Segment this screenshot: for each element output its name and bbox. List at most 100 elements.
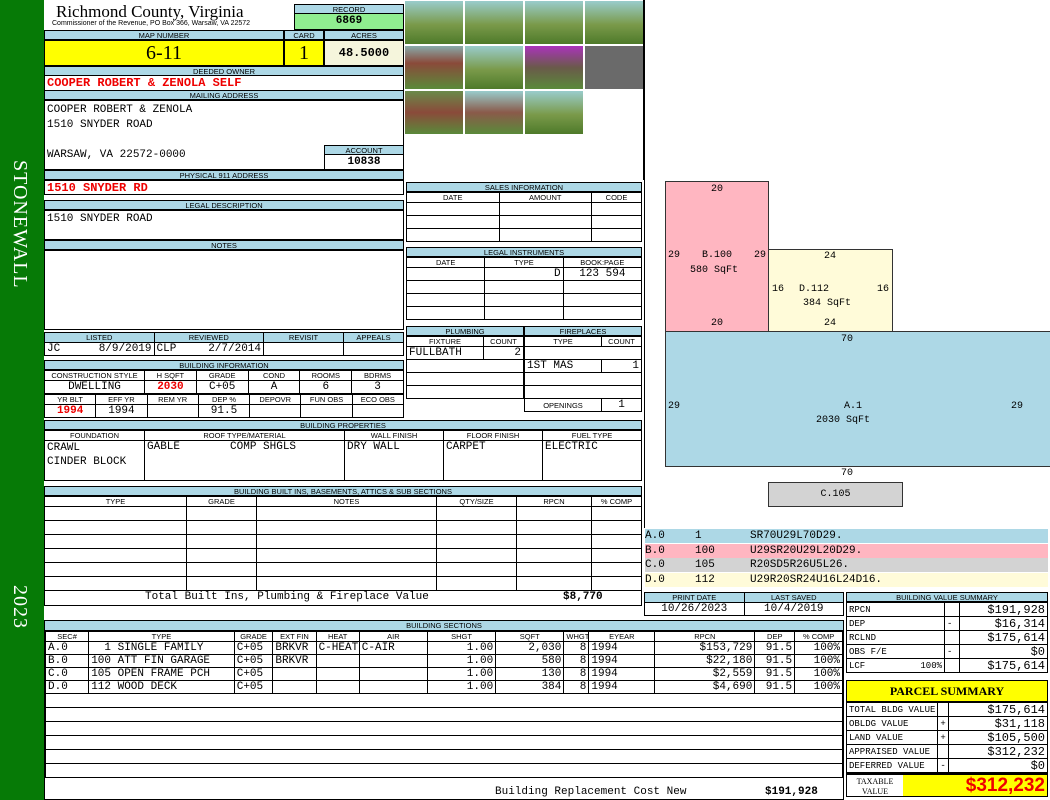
replacement-cost: $191,928 xyxy=(765,786,818,798)
empty-cell xyxy=(436,562,517,577)
section-cell: $2,559 xyxy=(654,667,756,681)
parcel-sign: + xyxy=(937,730,949,745)
empty-cell xyxy=(562,293,643,307)
fireplace-type: 1ST MAS xyxy=(524,359,602,373)
parcel-row: OBLDG VALUE + $31,118 xyxy=(845,716,1049,731)
sketch-legend-row[interactable]: B.0 100 U29SR20U29L20D29. xyxy=(645,543,1048,558)
empty-cell xyxy=(524,385,642,399)
value-amount: $16,314 xyxy=(958,616,1049,631)
floor-finish: CARPET xyxy=(443,440,543,481)
owner-name: COOPER ROBERT & ZENOLA SELF xyxy=(44,76,404,90)
sketch-legend-row[interactable]: A.0 1 SR70U29L70D29. xyxy=(645,529,1048,543)
value-label: OBS F/E xyxy=(846,644,945,659)
sketch-area-d[interactable]: 24 16 16 24 D.112 384 SqFt xyxy=(768,249,893,332)
value-label: RCLND xyxy=(846,630,945,645)
table-row xyxy=(44,548,642,563)
plumbing-label: PLUMBING xyxy=(406,326,524,336)
map-label: MAP NUMBER xyxy=(44,30,284,40)
section-code: A.0 xyxy=(645,530,665,542)
print-date-label: PRINT DATE xyxy=(644,592,745,603)
property-photo[interactable] xyxy=(525,1,583,44)
empty-cell xyxy=(591,562,642,577)
print-date: 10/26/2023 xyxy=(644,602,745,616)
section-cell: BRKVR xyxy=(272,654,317,668)
dim-label: 29 xyxy=(668,401,681,412)
section-cell: 8 xyxy=(563,654,590,668)
section-cell: 1.00 xyxy=(426,654,497,668)
section-cell: C-AIR xyxy=(358,641,428,655)
fireplaces-section: FIREPLACES TYPE COUNT 1ST MAS 1 OPENINGS 1 xyxy=(524,326,642,412)
empty-cell xyxy=(406,215,500,229)
section-cell: C+05 xyxy=(233,654,274,668)
empty-cell xyxy=(498,202,592,216)
instruments-label: LEGAL INSTRUMENTS xyxy=(406,247,642,257)
section-cell: $153,729 xyxy=(654,641,756,655)
empty-cell xyxy=(186,506,257,521)
mailing-line1: COOPER ROBERT & ZENOLA xyxy=(47,104,193,116)
properties-label: BUILDING PROPERTIES xyxy=(44,420,642,430)
col-header: TYPE xyxy=(524,336,602,347)
section-cell xyxy=(272,680,317,694)
section-cell: 8 xyxy=(563,680,590,694)
empty-cell xyxy=(406,202,500,216)
section-row: B.0 100 ATT FIN GARAGE C+05 BRKVR 1.00 580 8 19… xyxy=(44,654,843,668)
building-properties: BUILDING PROPERTIES FOUNDATION ROOF TYPE/… xyxy=(44,420,642,481)
building-info-label: BUILDING INFORMATION xyxy=(44,360,404,370)
card-number: 1 xyxy=(284,40,324,66)
lcf-percent: 100% xyxy=(920,660,942,671)
col-header: BOOK:PAGE xyxy=(562,257,643,268)
empty-cell xyxy=(44,576,187,591)
section-cell: C-HEAT xyxy=(315,641,360,655)
county-subtitle: Commissioner of the Revenue, PO Box 366,… xyxy=(52,20,251,27)
building-value-summary: BUILDING VALUE SUMMARY RPCN $191,928 DEP - $… xyxy=(846,592,1049,673)
empty-cell xyxy=(256,562,437,577)
parcel-sign: + xyxy=(937,716,949,731)
empty-cell: CLP 2/7/2014 xyxy=(153,342,264,356)
property-photo[interactable] xyxy=(465,1,523,44)
table-row: YR BLT EFF YR REM YR DEP % DEPOVR FUN OBS ECO … xyxy=(43,394,405,405)
empty-row xyxy=(45,735,843,750)
empty-cell xyxy=(45,763,843,778)
property-photo[interactable] xyxy=(465,91,523,134)
parcel-label: OBLDG VALUE xyxy=(845,716,939,731)
sketch-area-c[interactable]: C.105 xyxy=(768,482,903,507)
fixture: FULLBATH xyxy=(406,346,484,360)
empty-cell xyxy=(256,576,437,591)
section-cell xyxy=(315,680,360,694)
instrument-bookpage[interactable]: 123 594 xyxy=(562,267,643,281)
property-photo[interactable] xyxy=(405,46,463,89)
col-header: AIR xyxy=(358,631,428,642)
property-photo[interactable] xyxy=(465,46,523,89)
col-header: DEP % xyxy=(197,394,251,405)
parcel-amount: $31,118 xyxy=(947,716,1049,731)
property-photo[interactable] xyxy=(405,91,463,134)
value-sign xyxy=(944,602,960,617)
county-title: Richmond County, Virginia xyxy=(56,2,244,21)
section-cell: 2,030 xyxy=(495,641,565,655)
sketch-area-a[interactable]: 70 29 29 70 A.1 2030 SqFt xyxy=(665,331,1050,479)
physical-label: PHYSICAL 911 ADDRESS xyxy=(44,170,404,180)
empty-cell xyxy=(591,506,642,521)
property-photo[interactable] xyxy=(585,46,643,89)
empty-cell xyxy=(406,385,524,399)
property-photo[interactable] xyxy=(405,1,463,44)
table-row xyxy=(44,506,642,521)
property-photo[interactable] xyxy=(525,46,583,89)
empty-cell xyxy=(406,372,524,386)
vector-string: U29R20SR24U16L24D16. xyxy=(750,573,883,586)
section-cell: $22,180 xyxy=(654,654,756,668)
sketch-area-b[interactable]: 20 29 29 20 B.100 580 SqFt xyxy=(665,181,769,332)
empty-cell xyxy=(562,280,643,294)
property-photo[interactable] xyxy=(585,1,643,44)
sketch-legend-row[interactable]: D.0 112 U29R20SR24U16L24D16. xyxy=(645,572,1048,587)
empty-row xyxy=(45,721,843,736)
empty-cell xyxy=(186,520,257,535)
parcel-row: LAND VALUE + $105,500 xyxy=(845,730,1049,745)
empty-cell xyxy=(186,562,257,577)
sketch-legend-row[interactable]: C.0 105 R20SD5R26U5L26. xyxy=(645,558,1048,572)
section-cell: B.0 xyxy=(44,654,90,668)
dim-label: 29 xyxy=(753,250,766,261)
empty-cell xyxy=(591,548,642,563)
property-photo[interactable] xyxy=(525,91,583,134)
record-label: RECORD xyxy=(294,4,404,14)
